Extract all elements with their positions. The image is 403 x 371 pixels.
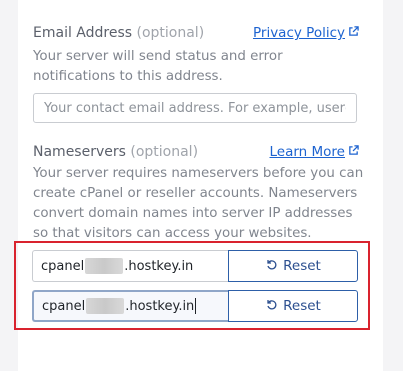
nameserver-2-suffix: .hostkey.in bbox=[125, 298, 195, 314]
email-label-row: Email Address (optional) Privacy Policy bbox=[33, 23, 359, 43]
external-link-icon bbox=[348, 25, 359, 41]
nameserver-2-reset-label: Reset bbox=[283, 298, 321, 314]
nameservers-label: Nameservers bbox=[33, 144, 126, 160]
nameserver-row-2: cpanel .hostkey.in Reset bbox=[32, 290, 358, 322]
external-link-icon bbox=[348, 144, 359, 160]
nameserver-1-suffix: .hostkey.in bbox=[124, 258, 194, 274]
nameservers-optional-tag: (optional) bbox=[130, 144, 199, 160]
nameserver-1-input[interactable]: cpanel .hostkey.in bbox=[32, 250, 228, 282]
undo-icon bbox=[265, 258, 277, 274]
redacted-segment bbox=[85, 258, 124, 274]
nameserver-1-reset-label: Reset bbox=[283, 258, 321, 274]
email-input[interactable] bbox=[33, 93, 357, 123]
text-caret bbox=[195, 298, 197, 314]
email-description: Your server will send status and error n… bbox=[33, 49, 283, 84]
privacy-policy-link-label: Privacy Policy bbox=[252, 25, 345, 41]
nameservers-label-group: Nameservers (optional) bbox=[33, 144, 198, 160]
nameserver-2-prefix: cpanel bbox=[42, 298, 86, 314]
redacted-segment bbox=[86, 298, 125, 314]
privacy-policy-link[interactable]: Privacy Policy bbox=[253, 25, 359, 41]
nameserver-1-prefix: cpanel bbox=[41, 258, 85, 274]
nameserver-2-input[interactable]: cpanel .hostkey.in bbox=[32, 290, 228, 322]
nameserver-2-reset-button[interactable]: Reset bbox=[228, 290, 358, 322]
learn-more-link[interactable]: Learn More bbox=[270, 144, 360, 160]
learn-more-link-label: Learn More bbox=[269, 144, 346, 160]
nameserver-row-1: cpanel .hostkey.in Reset bbox=[32, 250, 358, 282]
nameservers-description: Your server requires nameservers before … bbox=[33, 166, 364, 241]
nameserver-1-reset-button[interactable]: Reset bbox=[228, 250, 358, 282]
nameservers-label-row: Nameservers (optional) Learn More bbox=[33, 142, 359, 162]
undo-icon bbox=[265, 298, 277, 314]
email-label: Email Address bbox=[33, 25, 133, 41]
email-label-group: Email Address (optional) bbox=[33, 25, 204, 41]
email-optional-tag: (optional) bbox=[136, 25, 205, 41]
